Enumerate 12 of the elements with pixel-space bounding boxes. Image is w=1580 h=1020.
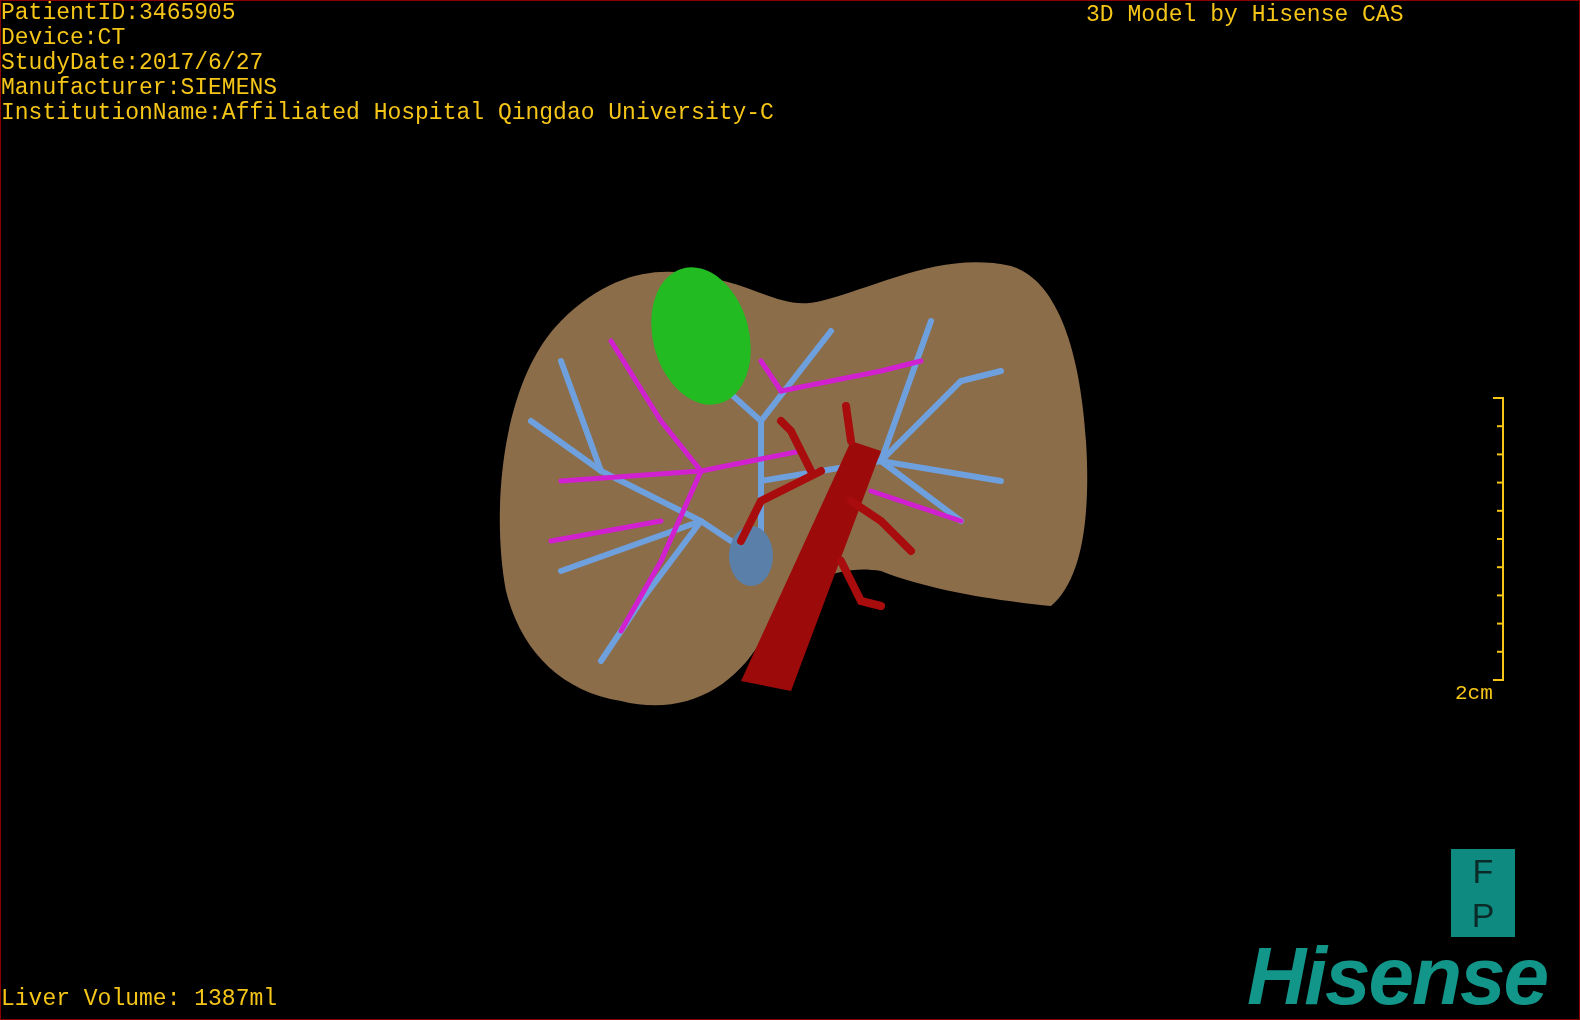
liver-volume-text: Liver Volume: 1387ml xyxy=(1,985,278,1013)
scale-ruler-icon xyxy=(1491,397,1505,681)
brand-logo: Hisense xyxy=(1247,931,1548,1019)
patient-info-text: Device:CT xyxy=(1,26,127,51)
orientation-label: F xyxy=(1472,854,1494,888)
scale-label: 2cm xyxy=(1455,681,1493,706)
patient-info-text: StudyDate:2017/6/27 xyxy=(1,51,265,76)
patient-info-text: Manufacturer:SIEMENS xyxy=(1,76,279,101)
model-title: 3D Model by Hisense CAS xyxy=(1086,1,1404,29)
patient-info-text: InstitutionName:Affiliated Hospital Qingdao University-C xyxy=(1,101,774,126)
patient-info-text: PatientID:3465905 xyxy=(1,1,237,26)
orientation-label: P xyxy=(1471,898,1495,932)
